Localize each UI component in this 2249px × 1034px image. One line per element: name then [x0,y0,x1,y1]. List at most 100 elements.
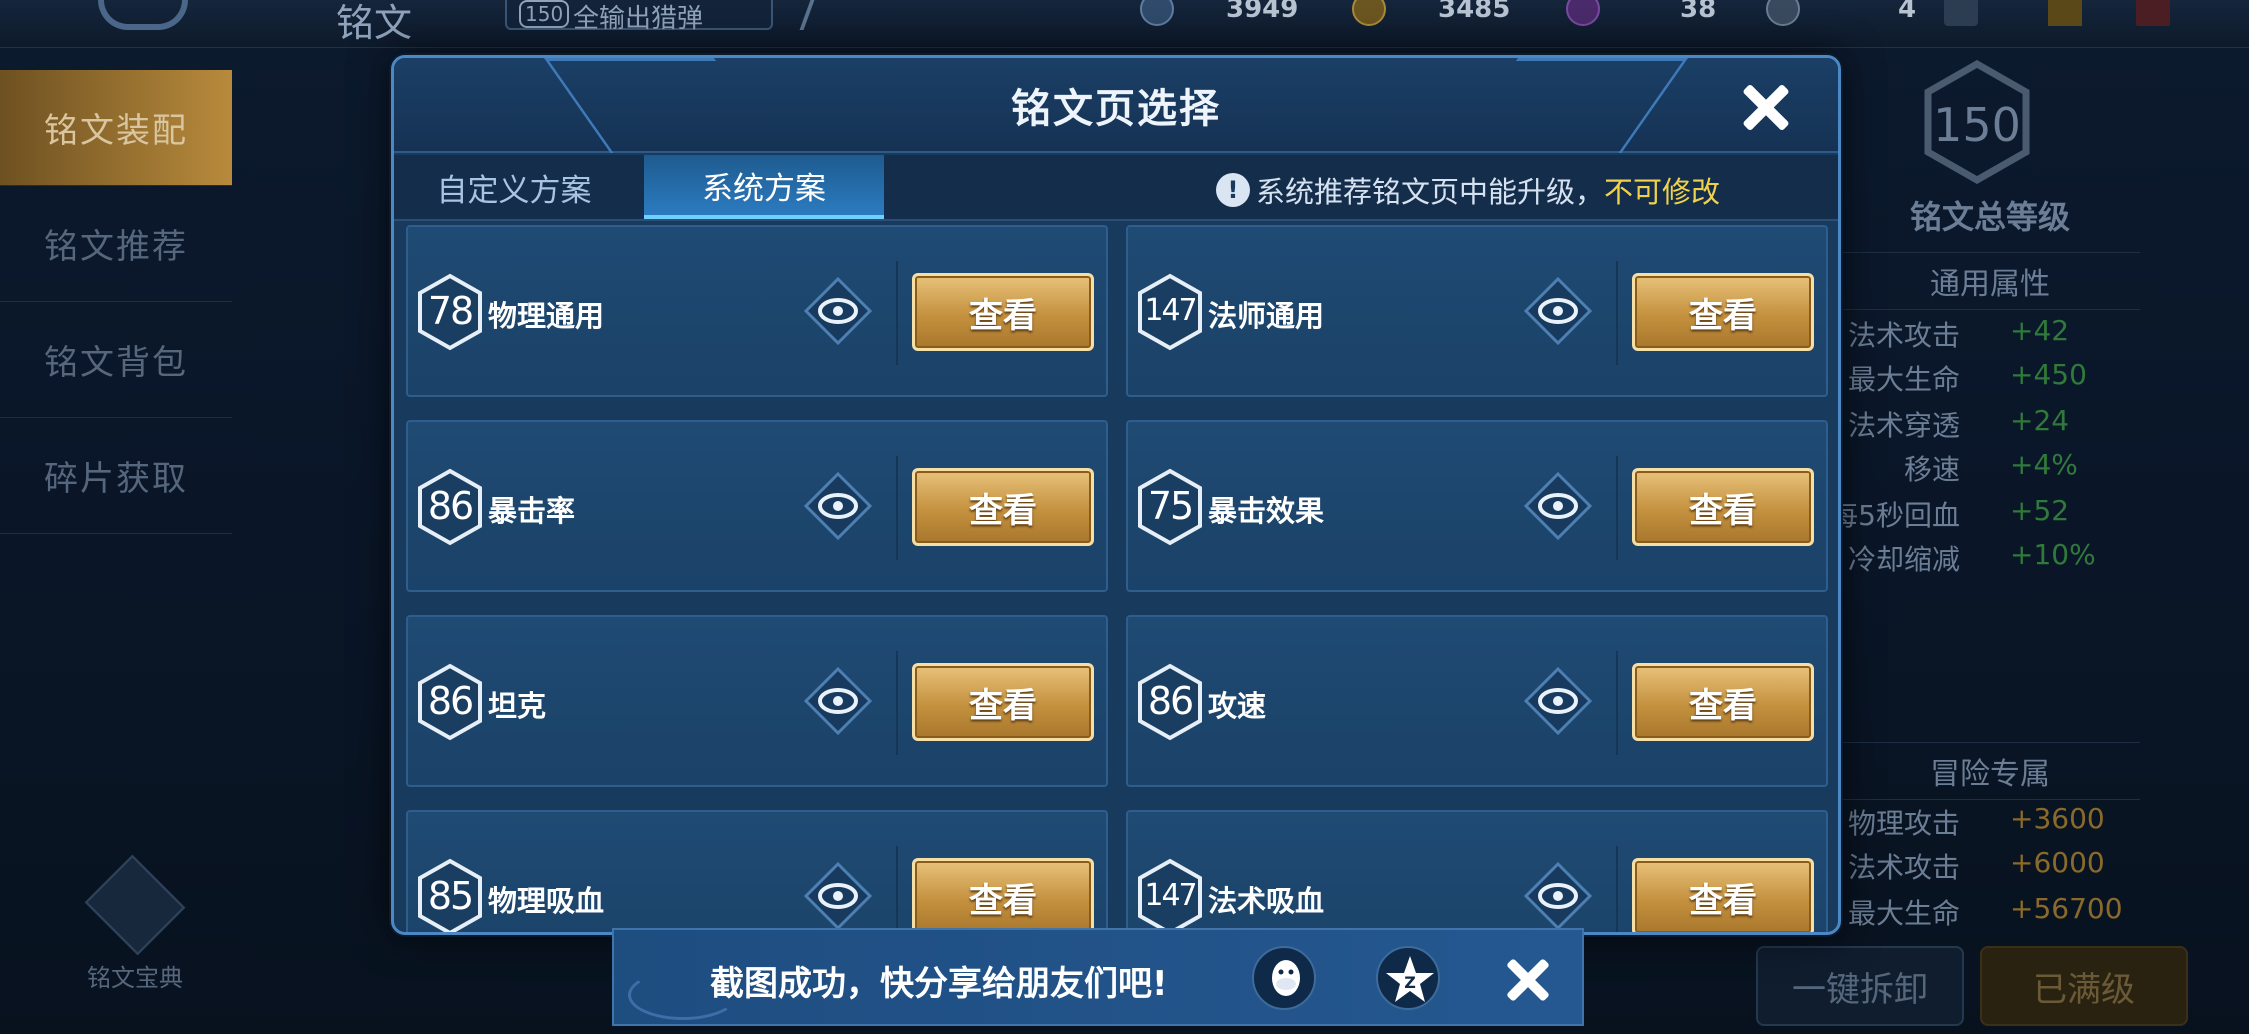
preview-eye-icon[interactable] [1523,471,1593,541]
divider [896,651,898,755]
currency-gold-value: 3485 [1438,0,1511,24]
rune-page-card: 86 坦克 查看 [406,615,1108,787]
menu-item-label: 铭文装配 [44,111,188,151]
level-badge: 147 [1136,858,1204,932]
view-button[interactable]: 查看 [912,273,1094,351]
level-badge: 78 [416,273,484,351]
currency-ticket-value: 4 [1898,0,1917,24]
stat-name: 物理攻击 [1847,807,1960,840]
diamond-icon [1140,0,1174,26]
stat-value: +52 [2010,494,2070,527]
dialog-title: 铭文页选择 [1011,86,1221,132]
tab-bar: 自定义方案 系统方案 ! 系统推荐铭文页中能升级， 不可修改 [394,155,1838,221]
screenshot-share-toast: 截图成功，快分享给朋友们吧! Z [612,928,1584,1026]
stat-name: 移速 [1903,453,1960,486]
plan-selector[interactable]: 150 全输出猎弹 [505,0,773,34]
rune-page-list[interactable]: 78 物理通用 查看 147 法师通用 查看 86 暴击率 查看 75 暴击效果… [406,225,1828,932]
view-button[interactable]: 查看 [1632,663,1814,741]
plan-name: 全输出猎弹 [573,4,704,34]
divider [1616,846,1618,932]
rune-page-name: 物理吸血 [488,884,605,918]
rune-page-select-dialog: 铭文页选择 自定义方案 系统方案 ! 系统推荐铭文页中能升级， 不可修改 78 … [391,55,1841,935]
rune-page-name: 法师通用 [1208,299,1325,333]
notice-warning: 不可修改 [1603,175,1720,209]
stat-row: 法术穿透 +24 [1840,404,2160,448]
stat-value: +42 [2010,314,2070,347]
stat-row: 冷却缩减 +10% [1840,538,2160,582]
preview-eye-icon[interactable] [1523,861,1593,931]
menu-item-rune-equip[interactable]: 铭文装配 [0,70,232,186]
menu-item-rune-recommend[interactable]: 铭文推荐 [0,186,232,302]
notice-message: 系统推荐铭文页中能升级， [1255,175,1604,209]
divider [1616,456,1618,560]
preview-eye-icon[interactable] [803,861,873,931]
total-level-value: 150 [1933,98,2021,152]
stat-row: 法术攻击 +42 [1840,314,2160,358]
preview-eye-icon[interactable] [803,471,873,541]
tab-custom-plan[interactable]: 自定义方案 [394,155,634,219]
preview-eye-icon[interactable] [803,666,873,736]
rune-page-card: 147 法师通用 查看 [1126,225,1828,397]
toast-message: 截图成功，快分享给朋友们吧! [710,964,1168,1004]
divider [1616,651,1618,755]
rune-page-name: 坦克 [488,689,547,723]
tab-system-plan[interactable]: 系统方案 [644,155,884,219]
dismantle-all-button[interactable]: 一键拆卸 [1756,946,1964,1026]
preview-eye-icon[interactable] [803,276,873,346]
rune-page-name: 物理通用 [488,299,605,333]
add-currency-icon[interactable] [1944,0,1978,26]
crystal-icon [1566,0,1600,26]
edit-pencil-icon[interactable] [799,0,831,30]
stat-value: +3600 [2010,802,2105,835]
rune-page-level: 147 [1144,878,1197,913]
view-button[interactable]: 查看 [1632,858,1814,932]
top-bar: 铭文 150 全输出猎弹 3949 3485 38 4 [0,0,2249,48]
stat-row: 移速 +4% [1840,448,2160,492]
view-button[interactable]: 查看 [1632,468,1814,546]
stat-name: 最大生命 [1847,363,1960,396]
close-icon[interactable] [1502,954,1554,1006]
stat-value: +450 [2010,358,2087,391]
menu-item-fragment-obtain[interactable]: 碎片获取 [0,418,232,534]
rune-page-card: 78 物理通用 查看 [406,225,1108,397]
qq-share-button[interactable] [1252,946,1316,1010]
general-stats-title: 通用属性 [1840,252,2140,310]
stat-value: +56700 [2010,892,2123,925]
dialog-header: 铭文页选择 [394,58,1838,153]
stat-row: 最大生命 +450 [1840,358,2160,402]
plan-level-badge: 150 [519,0,570,28]
view-button[interactable]: 查看 [912,468,1094,546]
level-badge: 85 [416,858,484,932]
menu-item-label: 铭文背包 [44,343,188,383]
stat-row: 物理攻击 +3600 [1840,802,2160,846]
divider [1616,261,1618,365]
stat-row: 每5秒回血 +52 [1830,494,2160,538]
rune-page-level: 86 [427,679,474,723]
qzone-share-button[interactable]: Z [1376,946,1440,1010]
preview-eye-icon[interactable] [1523,666,1593,736]
rune-page-level: 86 [1147,679,1194,723]
stat-name: 法术攻击 [1847,319,1960,352]
maxed-level-button[interactable]: 已满级 [1980,946,2188,1026]
left-menu: 铭文装配 铭文推荐 铭文背包 碎片获取 [0,70,232,534]
close-icon[interactable] [1734,76,1798,140]
menu-item-rune-bag[interactable]: 铭文背包 [0,302,232,418]
view-button[interactable]: 查看 [912,663,1094,741]
preview-eye-icon[interactable] [1523,276,1593,346]
view-button[interactable]: 查看 [912,858,1094,932]
rune-page-card: 75 暴击效果 查看 [1126,420,1828,592]
notice-text: ! 系统推荐铭文页中能升级， 不可修改 [1215,169,1720,211]
view-button[interactable]: 查看 [1632,273,1814,351]
rune-codex-label: 铭文宝典 [87,964,183,992]
currency-crystal-value: 38 [1680,0,1717,24]
total-level-badge: 150 [1922,59,2032,185]
rune-page-card: 147 法术吸血 查看 [1126,810,1828,932]
battery-icon [2136,0,2170,26]
menu-item-label: 铭文推荐 [44,227,188,267]
divider [896,456,898,560]
stat-value: +4% [2010,448,2078,481]
divider [896,846,898,932]
rune-codex-button[interactable]: 铭文宝典 [70,854,200,1000]
rune-page-level: 85 [427,874,474,918]
back-logo-icon[interactable] [98,0,188,30]
